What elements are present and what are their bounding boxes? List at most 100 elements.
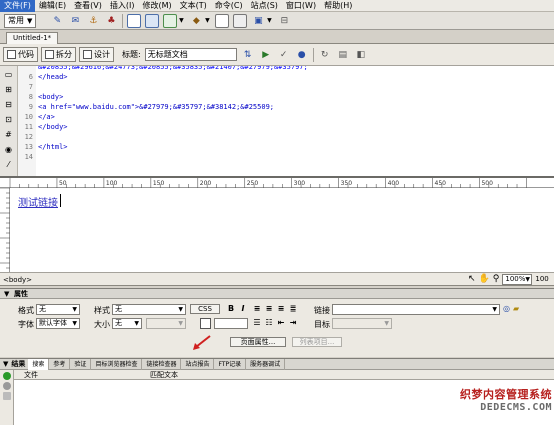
bold-button[interactable]: B	[226, 304, 236, 314]
menu-site[interactable]: 站点(S)	[247, 0, 282, 12]
comment-icon[interactable]	[233, 13, 248, 28]
named-anchor-icon[interactable]: ⚓	[86, 14, 100, 28]
ordered-list-icon[interactable]: ☷	[264, 318, 274, 328]
hyperlink-icon[interactable]: ✎	[50, 14, 64, 28]
refresh-design-icon[interactable]: ✓	[277, 48, 291, 62]
menu-view[interactable]: 查看(V)	[70, 0, 106, 12]
layer-icon[interactable]	[145, 13, 160, 28]
browse-folder-icon[interactable]: ▰	[513, 304, 519, 313]
view-options-icon[interactable]: ▤	[336, 48, 350, 62]
outdent-icon[interactable]: ⇤	[276, 318, 286, 328]
font-label: 字体	[18, 320, 34, 329]
visual-aids-icon[interactable]: ◧	[354, 48, 368, 62]
tab-search[interactable]: 搜索	[28, 358, 50, 370]
tab-validation[interactable]: 验证	[70, 358, 92, 370]
tab-target-browser-check[interactable]: 目标浏览器检查	[91, 358, 143, 370]
email-link-icon[interactable]: ✉	[68, 14, 82, 28]
italic-button[interactable]: I	[238, 304, 248, 314]
menu-modify[interactable]: 修改(M)	[138, 0, 175, 12]
table-icon[interactable]	[127, 13, 142, 28]
refresh-icon[interactable]: ↻	[318, 48, 332, 62]
design-link-text[interactable]: 测试链接	[18, 194, 58, 209]
chevron-down-icon[interactable]: ▼	[265, 14, 273, 28]
text-color-input[interactable]	[214, 318, 248, 329]
align-justify-icon[interactable]: ≣	[288, 304, 298, 314]
expand-icon[interactable]: ⊟	[3, 99, 15, 111]
tab-link-checker[interactable]: 链接检查器	[142, 358, 182, 370]
page-properties-button[interactable]: 页面属性...	[230, 337, 286, 347]
tab-reference[interactable]: 参考	[49, 358, 71, 370]
indent-icon[interactable]: ⇥	[288, 318, 298, 328]
menu-commands[interactable]: 命令(C)	[211, 0, 247, 12]
expand-arrow-icon[interactable]: ▼	[4, 289, 9, 299]
split-view-button[interactable]: 拆分	[41, 47, 76, 62]
title-input[interactable]: 无标题文档	[144, 48, 237, 61]
tab-ftp-log[interactable]: FTP记录	[214, 358, 247, 370]
unordered-list-icon[interactable]: ☰	[252, 318, 262, 328]
insert-category-dropdown[interactable]: 常用 ▼	[4, 13, 37, 28]
menu-edit[interactable]: 编辑(E)	[35, 0, 70, 12]
list-item-button[interactable]: 列表项目...	[292, 337, 342, 347]
code-view-button[interactable]: 代码	[3, 47, 38, 62]
select-parent-tag-icon[interactable]: ⊡	[3, 114, 15, 126]
hand-tool-icon[interactable]: ✋	[479, 274, 490, 284]
zoom-value: 100%	[505, 274, 526, 283]
zoom-dropdown[interactable]: 100% ▼	[502, 273, 533, 285]
point-to-file-icon[interactable]: ◎	[503, 304, 510, 313]
design-view[interactable]: 测试链接	[10, 188, 554, 272]
insert-category-label: 常用	[8, 16, 24, 25]
select-tool-icon[interactable]: ↖	[468, 274, 476, 284]
info-icon[interactable]	[2, 392, 11, 400]
size-unit-select[interactable]: ▼	[146, 318, 186, 329]
menu-window[interactable]: 窗口(W)	[282, 0, 320, 12]
menu-help[interactable]: 帮助(H)	[320, 0, 356, 12]
globe-icon[interactable]: ●	[295, 48, 309, 62]
anchor-icon[interactable]: ♣	[104, 14, 118, 28]
design-view-button[interactable]: 设计	[79, 47, 114, 62]
tab-site-reports[interactable]: 站点报告	[181, 358, 215, 370]
split-view-label: 拆分	[56, 50, 72, 59]
font-select[interactable]: 默认字体 ▼	[36, 318, 80, 329]
code-view[interactable]: ▭ ⊞ ⊟ ⊡ # ◉ ⁄ » 6 7 8 9 10 11 12 13 14 &…	[0, 66, 554, 188]
style-select[interactable]: 无 ▼	[112, 304, 186, 315]
align-center-icon[interactable]: ≡	[264, 304, 274, 314]
link-input[interactable]: ▼	[332, 304, 500, 315]
align-right-icon[interactable]: ≡	[276, 304, 286, 314]
play-icon[interactable]	[2, 372, 11, 380]
chevron-down-icon[interactable]: ▼	[177, 14, 185, 28]
document-tab[interactable]: Untitled-1*	[6, 32, 59, 44]
highlight-invalid-icon[interactable]: ◉	[3, 144, 15, 156]
stop-icon[interactable]	[2, 382, 11, 390]
preview-browser-icon[interactable]: ▶	[259, 48, 273, 62]
window-size-label[interactable]: 100	[535, 275, 548, 283]
date-icon[interactable]	[215, 13, 230, 28]
tab-server-debug[interactable]: 服务器调试	[246, 358, 286, 370]
line-numbers-icon[interactable]: #	[3, 129, 15, 141]
tag-selector[interactable]: <body>	[3, 274, 32, 286]
image-icon[interactable]	[163, 13, 178, 28]
align-left-icon[interactable]: ≡	[252, 304, 262, 314]
properties-panel-header[interactable]: ▼ 属性	[0, 288, 554, 299]
chevron-down-icon: ▼	[72, 320, 77, 327]
expand-arrow-icon[interactable]: ▼	[0, 360, 11, 368]
file-management-icon[interactable]: ⇅	[241, 48, 255, 62]
code-editor[interactable]: &#20855;&#29616;&#24773;&#20855;&#35835;…	[38, 66, 554, 176]
chevron-down-icon[interactable]: ▼	[203, 14, 211, 28]
menu-file[interactable]: 文件(F)	[0, 0, 35, 12]
tag-chooser-icon[interactable]: ⊟	[277, 14, 291, 28]
line-number: 10	[24, 113, 33, 121]
format-select[interactable]: 无 ▼	[36, 304, 80, 315]
text-color-swatch[interactable]	[200, 318, 211, 329]
menu-text[interactable]: 文本(T)	[176, 0, 211, 12]
media-icon[interactable]: ◆	[189, 14, 203, 28]
collapse-icon[interactable]: ⊞	[3, 84, 15, 96]
css-button[interactable]: CSS	[190, 304, 220, 314]
apply-comment-icon[interactable]: ⁄	[3, 159, 15, 171]
menu-insert[interactable]: 插入(I)	[106, 0, 139, 12]
size-select[interactable]: 无 ▼	[112, 318, 142, 329]
chevron-down-icon: ▼	[134, 320, 139, 327]
zoom-tool-icon[interactable]: ⚲	[493, 274, 500, 284]
target-select[interactable]: ▼	[332, 318, 392, 329]
template-icon[interactable]: ▣	[251, 14, 265, 28]
open-documents-icon[interactable]: ▭	[3, 69, 15, 81]
